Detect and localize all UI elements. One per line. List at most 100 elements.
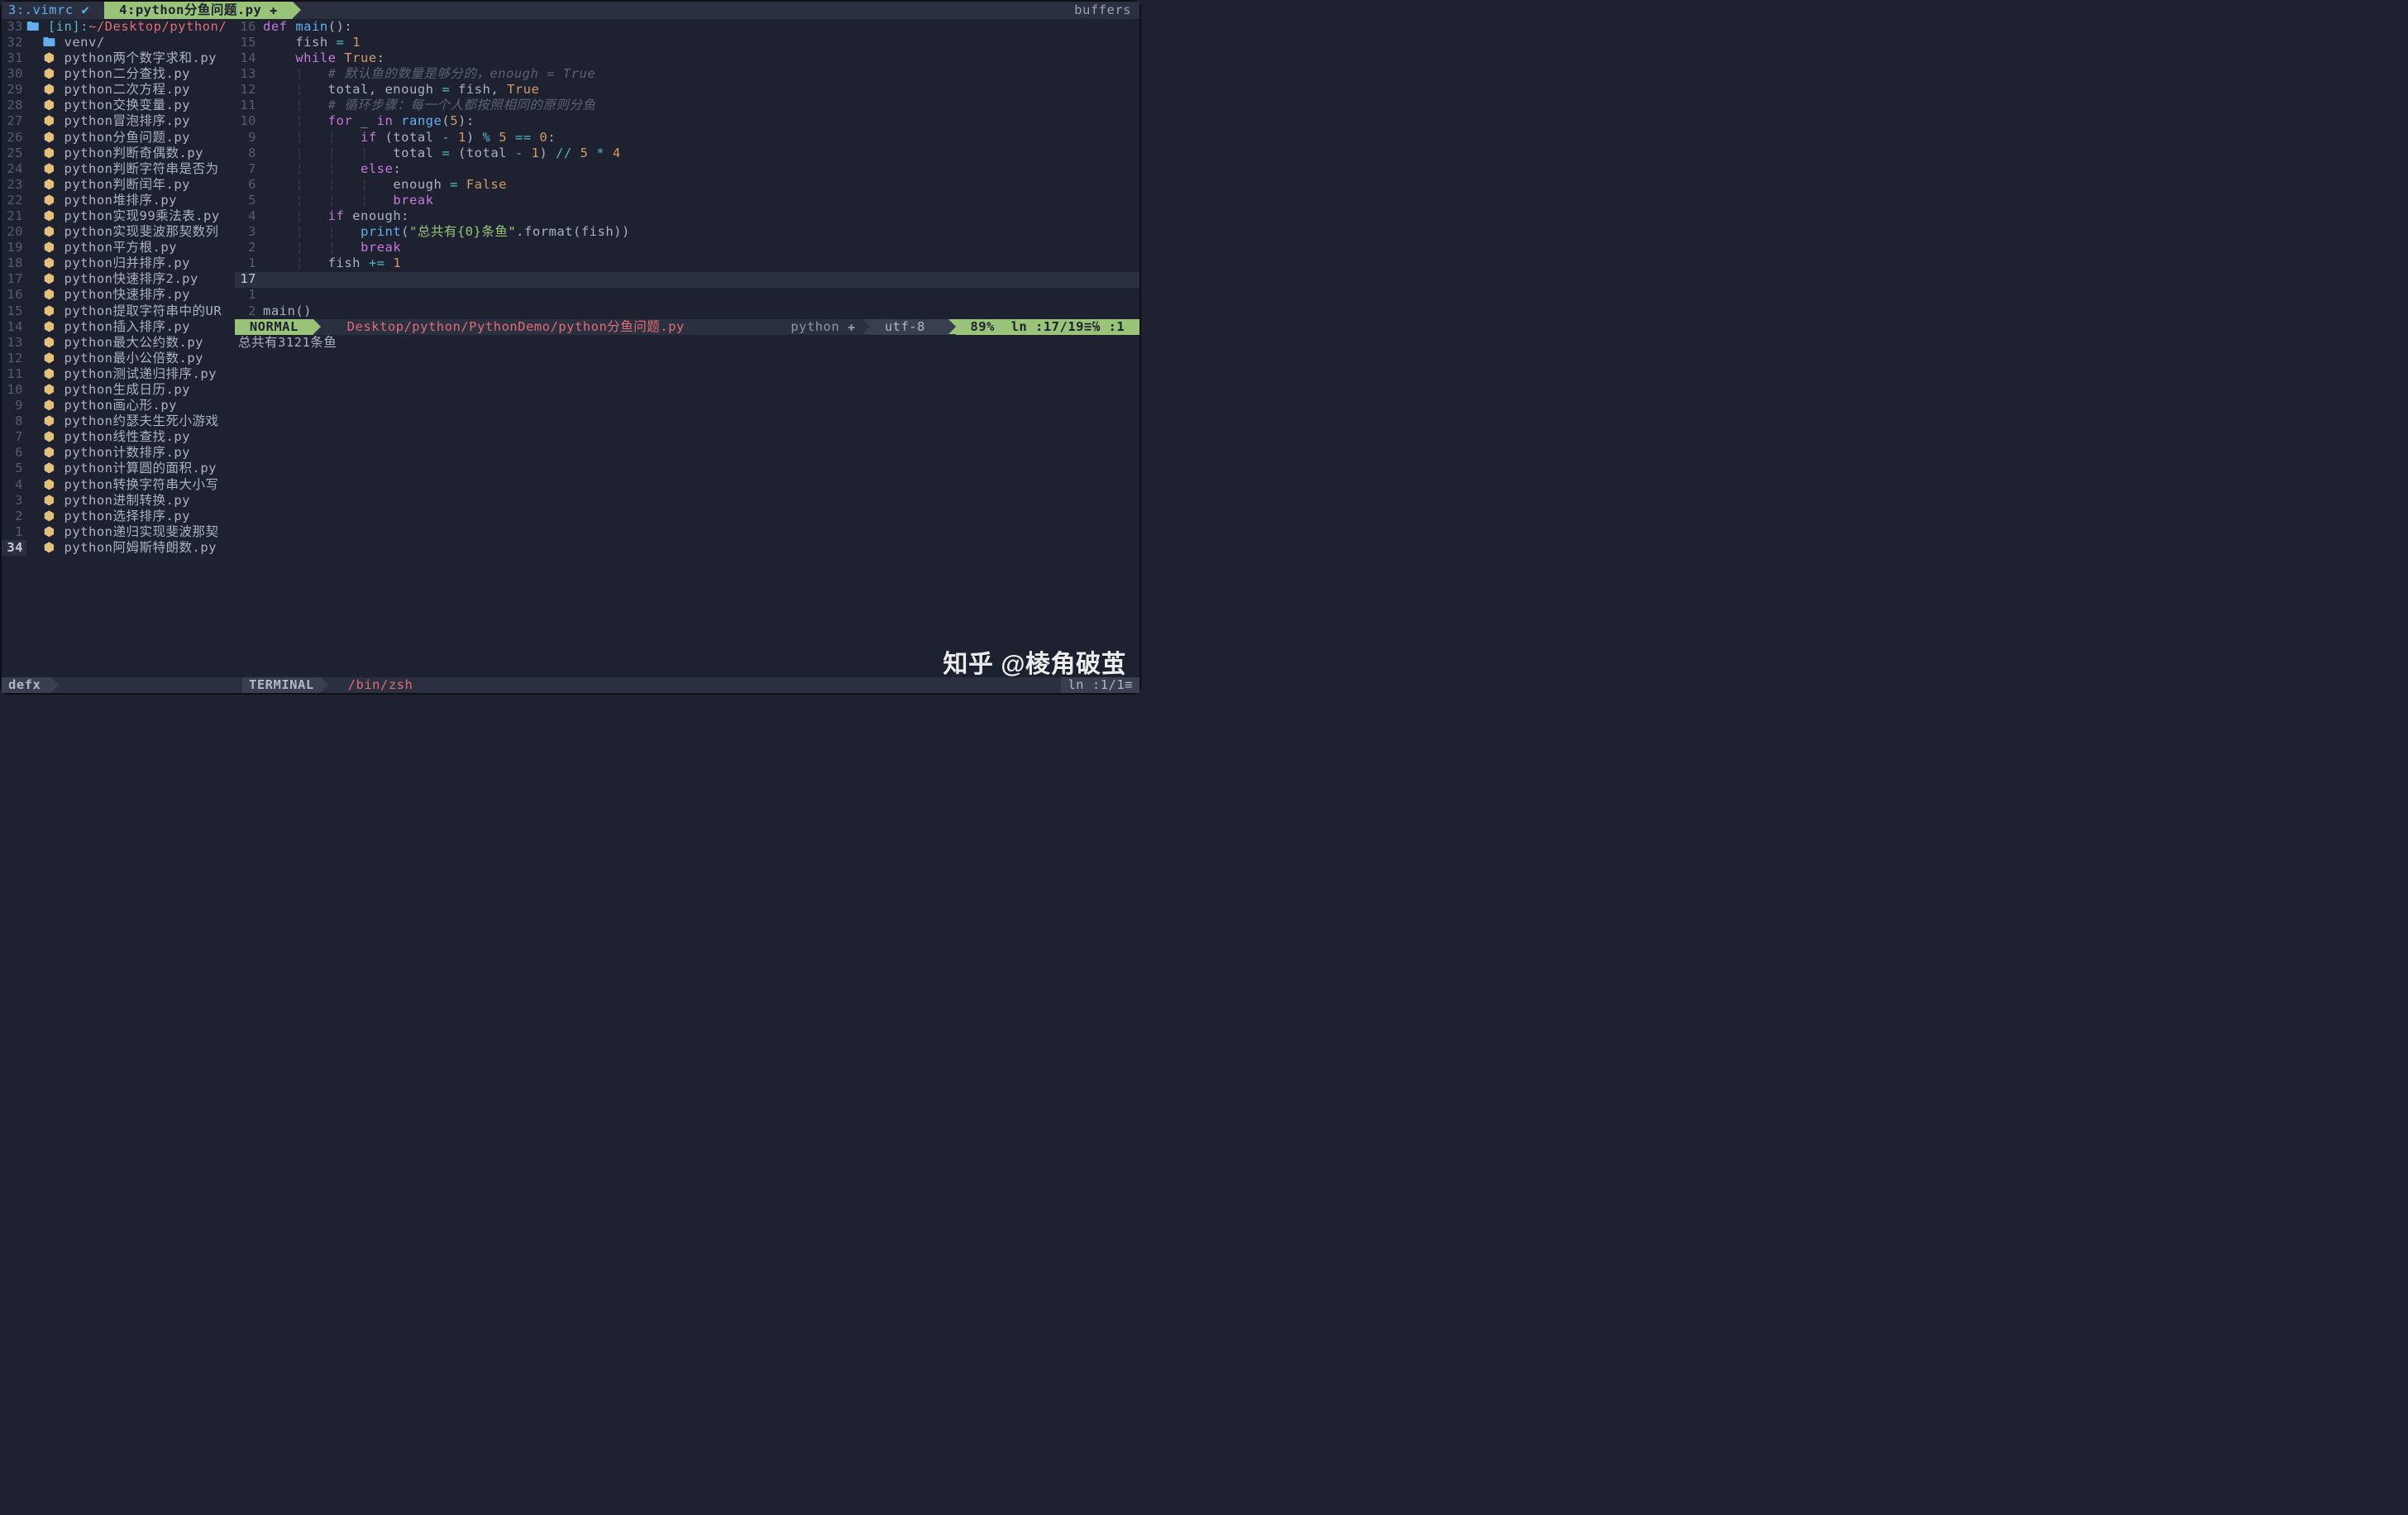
- explorer-item[interactable]: 16 ⬢ python快速排序.py: [2, 288, 235, 303]
- defx-label: defx: [2, 677, 51, 693]
- line-number: 22: [2, 193, 26, 208]
- explorer-item[interactable]: 8 ⬢ python约瑟夫生死小游戏: [2, 413, 235, 429]
- line-number: 16: [2, 287, 26, 303]
- file-name: python判断闰年.py: [64, 177, 191, 193]
- explorer-item[interactable]: 30 ⬢ python二分查找.py: [2, 66, 235, 82]
- explorer-item[interactable]: 32 🖿 venv/: [2, 35, 235, 50]
- line-number: 9: [235, 130, 263, 146]
- python-icon: ⬢: [43, 319, 56, 335]
- file-name: python递归实现斐波那契: [64, 524, 219, 540]
- status-path: Desktop/python/PythonDemo/python分鱼问题.py: [341, 319, 691, 335]
- line-number: 27: [2, 113, 26, 129]
- file-name: python画心形.py: [64, 398, 178, 413]
- explorer-item[interactable]: 26 ⬢ python分鱼问题.py: [2, 130, 235, 146]
- file-name: python转换字符串大小写: [64, 477, 219, 493]
- file-name: python判断奇偶数.py: [64, 146, 204, 161]
- explorer-item[interactable]: 3 ⬢ python进制转换.py: [2, 493, 235, 509]
- explorer-item[interactable]: 6 ⬢ python计数排序.py: [2, 446, 235, 461]
- file-name: python计数排序.py: [64, 445, 191, 461]
- line-number: 2: [235, 240, 263, 256]
- status-position: 89% ln :17/19≡℅ :1: [956, 319, 1140, 335]
- python-icon: ⬢: [43, 177, 56, 193]
- explorer-item[interactable]: 1 ⬢ python递归实现斐波那契: [2, 524, 235, 540]
- line-number: 21: [2, 208, 26, 224]
- python-icon: ⬢: [43, 303, 56, 319]
- line-number: 12: [2, 351, 26, 366]
- explorer-item[interactable]: 15 ⬢ python提取字符串中的UR: [2, 303, 235, 319]
- explorer-item[interactable]: 27 ⬢ python冒泡排序.py: [2, 114, 235, 130]
- line-number: 5: [235, 193, 263, 208]
- python-icon: ⬢: [43, 382, 56, 398]
- python-icon: ⬢: [43, 461, 56, 476]
- explorer-item[interactable]: 7 ⬢ python线性查找.py: [2, 429, 235, 445]
- code-area[interactable]: 16def main():15 fish = 114 while True:13…: [235, 19, 1140, 319]
- explorer-item[interactable]: 10 ⬢ python生成日历.py: [2, 382, 235, 398]
- line-number: 8: [235, 146, 263, 161]
- line-number: 3: [235, 224, 263, 240]
- line-number: 3: [2, 493, 26, 509]
- code-line: 17: [235, 272, 1140, 288]
- explorer-item[interactable]: 21 ⬢ python实现99乘法表.py: [2, 208, 235, 224]
- line-number: 17: [2, 271, 26, 287]
- line-number: 16: [235, 19, 263, 35]
- line-number: 34: [2, 540, 26, 556]
- explorer-item[interactable]: 29 ⬢ python二次方程.py: [2, 82, 235, 98]
- line-number: 2: [235, 303, 263, 319]
- explorer-item[interactable]: 13 ⬢ python最大公约数.py: [2, 335, 235, 351]
- python-icon: ⬢: [43, 493, 56, 509]
- line-number: 28: [2, 98, 26, 113]
- explorer-item[interactable]: 31 ⬢ python两个数字求和.py: [2, 50, 235, 66]
- line-number: 6: [235, 177, 263, 193]
- explorer-item[interactable]: 14 ⬢ python插入排序.py: [2, 319, 235, 335]
- explorer-item[interactable]: 4 ⬢ python转换字符串大小写: [2, 477, 235, 493]
- code-line: 15 fish = 1: [235, 35, 1140, 50]
- explorer-item[interactable]: 5 ⬢ python计算圆的面积.py: [2, 461, 235, 477]
- file-name: python快速排序2.py: [64, 271, 198, 287]
- python-icon: ⬢: [43, 335, 56, 351]
- explorer-item[interactable]: 23 ⬢ python判断闰年.py: [2, 177, 235, 193]
- explorer-item[interactable]: 19 ⬢ python平方根.py: [2, 240, 235, 256]
- vim-mode: NORMAL: [235, 319, 313, 335]
- file-name: python二分查找.py: [64, 66, 191, 82]
- explorer-item[interactable]: 9 ⬢ python画心形.py: [2, 398, 235, 413]
- line-number: 14: [235, 50, 263, 66]
- explorer-item[interactable]: 18 ⬢ python归并排序.py: [2, 256, 235, 271]
- folder-icon: 🖿: [26, 19, 40, 35]
- python-icon: ⬢: [43, 256, 56, 271]
- explorer-header: 33 🖿 [in]: ~/Desktop/python/: [2, 19, 235, 35]
- tab-current-file[interactable]: 4:python分鱼问题.py ✚: [104, 2, 292, 19]
- file-name: python约瑟夫生死小游戏: [64, 413, 219, 429]
- explorer-item[interactable]: 2 ⬢ python选择排序.py: [2, 509, 235, 524]
- file-name: python计算圆的面积.py: [64, 461, 217, 476]
- line-number: 2: [2, 509, 26, 524]
- code-line: 10 ¦ for _ in range(5):: [235, 114, 1140, 130]
- file-name: python交换变量.py: [64, 98, 191, 113]
- buffers-label: buffers: [1066, 2, 1140, 19]
- explorer-item[interactable]: 20 ⬢ python实现斐波那契数列: [2, 224, 235, 240]
- explorer-item[interactable]: 22 ⬢ python堆排序.py: [2, 193, 235, 208]
- line-number: 29: [2, 82, 26, 98]
- line-number: 14: [2, 319, 26, 335]
- explorer-item[interactable]: 24 ⬢ python判断字符串是否为: [2, 161, 235, 177]
- line-number: 1: [235, 256, 263, 271]
- code-line: 11 ¦ # 循环步骤：每一个人都按照相同的原则分鱼: [235, 98, 1140, 113]
- shell-path: /bin/zsh: [342, 677, 420, 693]
- terminal-output[interactable]: 总共有3121条鱼: [235, 335, 1140, 677]
- explorer-item[interactable]: 11 ⬢ python测试递归排序.py: [2, 366, 235, 382]
- explorer-current-item[interactable]: 34 ⬢ python阿姆斯特朗数.py: [2, 540, 235, 556]
- explorer-item[interactable]: 17 ⬢ python快速排序2.py: [2, 272, 235, 288]
- explorer-item[interactable]: 12 ⬢ python最小公倍数.py: [2, 351, 235, 366]
- tab-vimrc[interactable]: 3:.vimrc ✔: [2, 2, 104, 19]
- explorer-item[interactable]: 25 ⬢ python判断奇偶数.py: [2, 146, 235, 161]
- line-number: 13: [2, 335, 26, 351]
- file-name: python线性查找.py: [64, 429, 191, 445]
- explorer-item[interactable]: 28 ⬢ python交换变量.py: [2, 98, 235, 113]
- explorer-in-label: [in]:: [48, 19, 88, 35]
- file-name: python实现斐波那契数列: [64, 224, 219, 240]
- file-name: python最大公约数.py: [64, 335, 204, 351]
- code-line: 7 ¦ ¦ else:: [235, 161, 1140, 177]
- explorer-path: ~/Desktop/python/: [88, 19, 227, 35]
- line-number: 7: [2, 429, 26, 445]
- line-number: 19: [2, 240, 26, 256]
- code-line: 1 ¦ fish += 1: [235, 256, 1140, 271]
